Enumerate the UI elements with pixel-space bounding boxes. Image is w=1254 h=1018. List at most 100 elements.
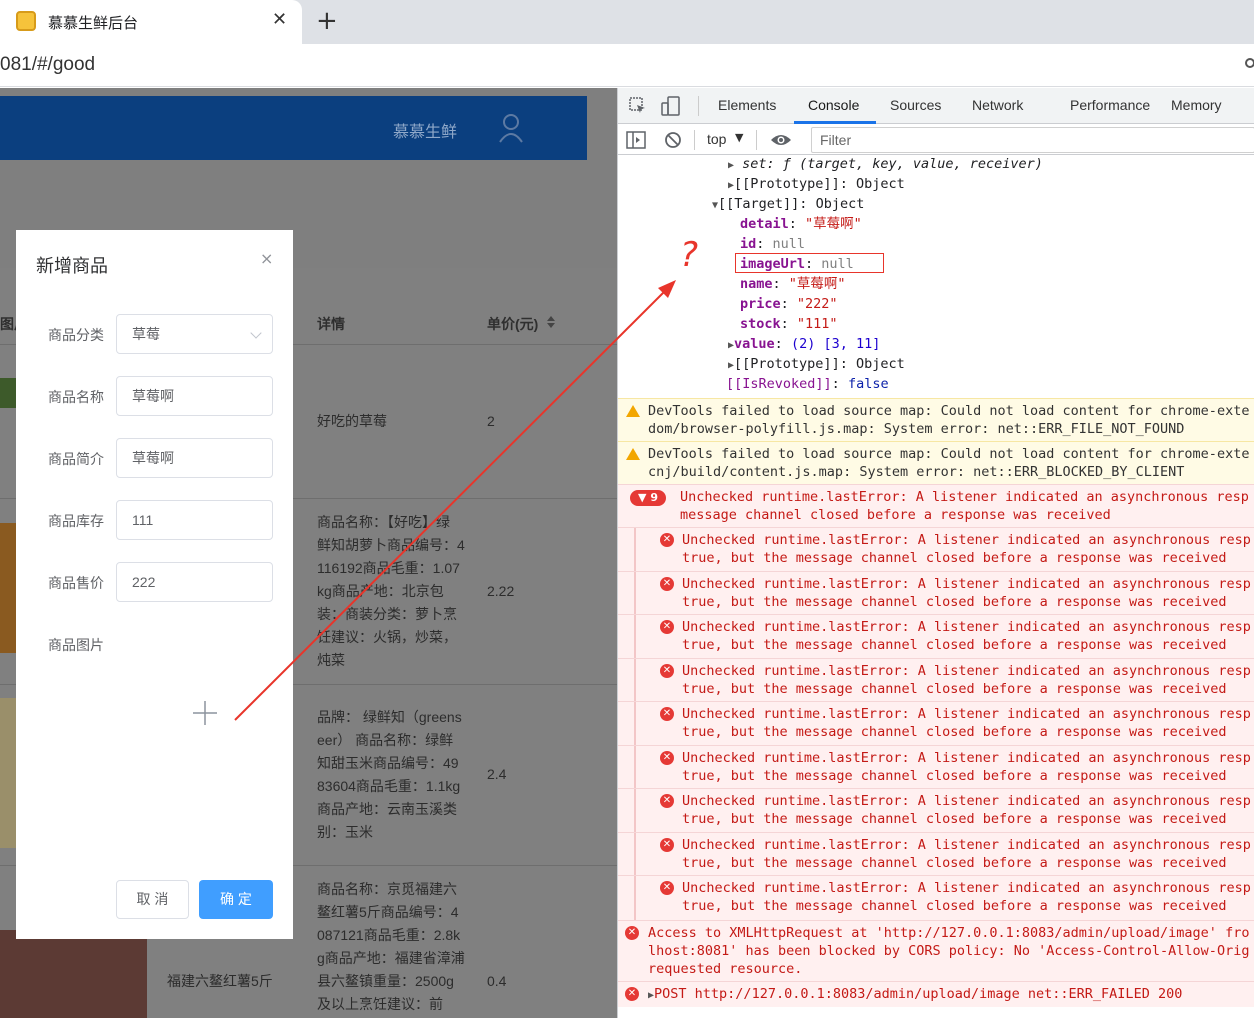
console-error: ✕ Unchecked runtime.lastError: A listener… [618,571,1254,615]
console-error: ✕ Unchecked runtime.lastError: A listener… [618,788,1254,832]
sidebar-toggle-icon[interactable] [626,131,646,149]
prop-key: detail [740,216,789,232]
row-detail: 好吃的草莓 [317,413,387,429]
prop-key: name [740,276,773,292]
console-warning: DevTools failed to load source map: Coul… [618,398,1254,441]
tree-prototype[interactable]: ▶[[Prototype]]: Object [728,354,905,374]
user-icon[interactable] [497,112,525,144]
row-detail-line: 知甜玉米商品编号：49 [317,755,459,771]
warning-icon [626,405,640,417]
stock-label: 商品库存 [48,513,104,529]
error-line[interactable]: POST http://127.0.0.1:8083/admin/upload/… [654,986,1182,1002]
address-bar[interactable]: 081/#/good [0,44,1254,87]
prop-value: (2) [3, 11] [790,336,881,352]
tree-prop-id: id: null [740,236,806,252]
row-detail-line: 鲜知胡萝卜商品编号：4 [317,537,465,553]
context-dropdown-icon[interactable]: ▼ [735,131,743,144]
tree-set-line[interactable]: ▶ set: ƒ (target, key, value, receiver) [728,154,1043,174]
prop-value: null [772,236,806,252]
warning-icon [626,448,640,460]
browser-menu-icon[interactable] [1245,58,1254,68]
error-line: true, but the message channel closed bef… [682,550,1227,566]
upload-plus-icon[interactable] [192,700,218,726]
confirm-button[interactable]: 确 定 [199,880,273,919]
prop-value: "草莓啊" [805,216,862,232]
error-group-header[interactable]: ▼ 9 Unchecked runtime.lastError: A liste… [618,484,1254,527]
new-tab-button[interactable]: + [316,6,338,36]
app-header: 慕慕生鲜 [0,96,587,160]
error-text: Unchecked runtime.lastError: A listener … [682,531,1251,567]
tree-prop-value[interactable]: ▶value: (2) [3, 11] [728,334,880,354]
product-thumbnail [0,698,16,848]
error-line: Unchecked runtime.lastError: A listener … [682,706,1251,722]
prop-key: [[IsRevoked]] [726,376,832,392]
tab-close-icon[interactable]: ✕ [272,9,287,30]
error-line: true, but the message channel closed bef… [682,724,1227,740]
filter-input[interactable]: Filter [811,127,1254,153]
error-text: Unchecked runtime.lastError: A listener … [682,662,1251,698]
sort-caret-icon[interactable] [546,314,556,330]
row-detail-line: 商品产地：云南玉溪类 [317,801,457,817]
row-detail-line: eer） 商品名称：绿鲜 [317,732,454,748]
group-indent-bar [634,789,636,832]
prop-value: "草莓啊" [788,276,846,292]
name-input[interactable]: 草莓啊 [116,376,273,416]
error-count-badge[interactable]: ▼ 9 [630,490,666,506]
row-detail-line: 炖菜 [317,652,345,668]
eye-icon[interactable] [770,132,792,148]
devtools-panel: Elements Console Sources Network Perform… [617,88,1254,1018]
context-select[interactable]: top [707,131,726,147]
price-input[interactable]: 222 [116,562,273,602]
tab-memory[interactable]: Memory [1171,97,1222,113]
error-line: Unchecked runtime.lastError: A listener … [682,793,1251,809]
tab-network[interactable]: Network [972,97,1023,113]
console-error: ✕ Unchecked runtime.lastError: A listener… [618,658,1254,702]
cancel-button[interactable]: 取 消 [116,880,189,919]
error-text: Unchecked runtime.lastError: A listener … [682,618,1251,654]
dialog-title: 新增商品 [36,256,108,276]
error-text: Unchecked runtime.lastError: A listener … [682,836,1251,872]
group-indent-bar [634,833,636,876]
category-select[interactable]: 草莓 [116,314,273,354]
tab-sources[interactable]: Sources [890,97,941,113]
cors-error: ✕ Access to XMLHttpRequest at 'http://12… [618,920,1254,981]
row-price: 2 [487,413,495,429]
browser-tab[interactable]: 慕慕生鲜后台 ✕ [0,0,302,44]
post-error[interactable]: ✕ ▶POST http://127.0.0.1:8083/admin/uplo… [618,981,1254,1007]
tab-performance[interactable]: Performance [1070,97,1150,113]
inspect-element-icon[interactable] [628,96,648,116]
tab-console[interactable]: Console [808,97,859,113]
tree-prototype[interactable]: ▶[[Prototype]]: Object [728,174,905,194]
error-line: Unchecked runtime.lastError: A listener … [682,576,1251,592]
row-detail-line: 及以上烹饪建议：前 [317,996,443,1012]
error-text: Unchecked runtime.lastError: A listener … [682,575,1251,611]
error-text: Unchecked runtime.lastError: A listener … [682,749,1251,785]
category-label: 商品分类 [48,327,104,343]
row-price: 0.4 [487,973,507,989]
tab-elements[interactable]: Elements [718,97,776,113]
url-text[interactable]: 081/#/good [0,54,95,76]
device-toolbar-icon[interactable] [660,96,682,116]
error-line: Unchecked runtime.lastError: A listener … [682,663,1251,679]
intro-input[interactable]: 草莓啊 [116,438,273,478]
console-error: ✕ Unchecked runtime.lastError: A listener… [618,614,1254,658]
warning-line: DevTools failed to load source map: Coul… [648,403,1250,419]
stock-input[interactable]: 111 [116,500,273,540]
row-detail-line: 饪建议：火锅，炒菜， [317,629,457,645]
close-icon[interactable]: × [260,249,273,268]
row-detail-line: 83604商品毛重：1.1kg [317,778,461,794]
error-count: 9 [650,491,658,504]
th-price[interactable]: 单价(元) [487,314,538,334]
group-indent-bar [634,572,636,615]
tree-target-text: [[Target]]: Object [718,196,865,212]
tree-target[interactable]: ▼[[Target]]: Object [712,194,864,214]
clear-console-icon[interactable] [664,131,682,149]
row-price: 2.4 [487,766,507,782]
error-icon: ✕ [660,794,674,808]
console-error: ✕ Unchecked runtime.lastError: A listener… [618,875,1254,920]
error-line: true, but the message channel closed bef… [682,594,1227,610]
add-goods-dialog: 新增商品 × 商品分类 草莓 商品名称 草莓啊 商品简介 草莓啊 商品库存 11… [16,230,293,939]
expand-triangle-icon[interactable]: ▶ [728,160,734,171]
row-detail-line: 别：玉米 [317,824,373,840]
row-detail-line: 装：商装分类：萝卜烹 [317,606,457,622]
